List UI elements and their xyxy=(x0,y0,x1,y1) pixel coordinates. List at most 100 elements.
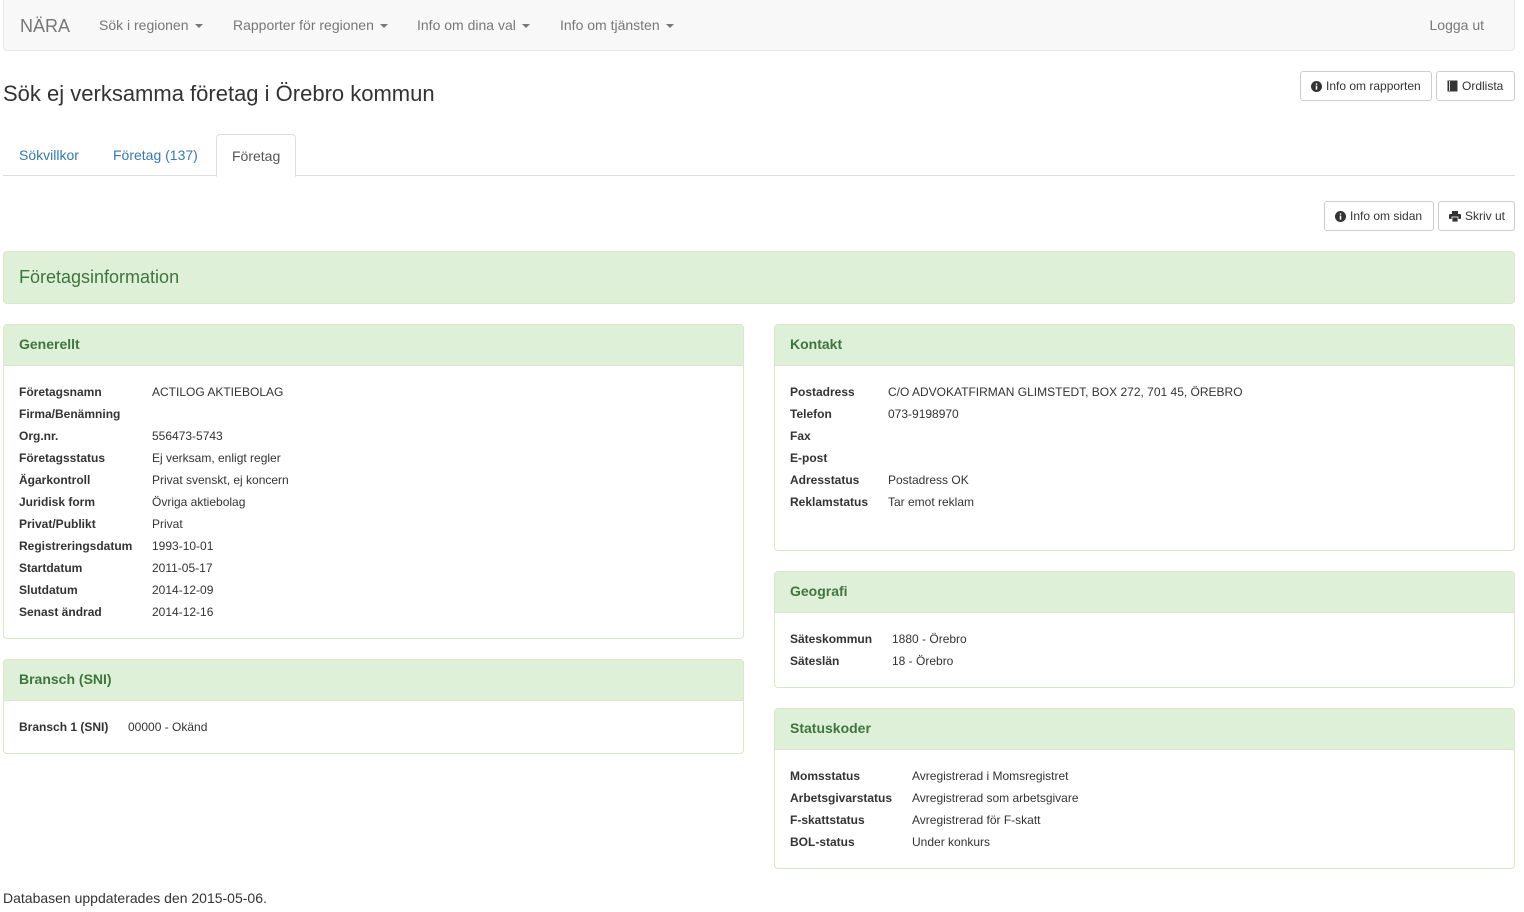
detail-value: C/O ADVOKATFIRMAN GLIMSTEDT, BOX 272, 70… xyxy=(888,385,1243,399)
detail-label: Säteskommun xyxy=(790,632,873,646)
detail-value: Tar emot reklam xyxy=(888,495,975,509)
detail-row: Företagsnamn ACTILOG AKTIEBOLAG xyxy=(19,384,728,406)
detail-label: Startdatum xyxy=(19,561,83,575)
detail-row: F-skattstatus Avregistrerad för F-skatt xyxy=(790,812,1499,834)
detail-row: Firma/Benämning xyxy=(19,406,728,428)
nav-reports-region[interactable]: Rapporter för regionen xyxy=(233,17,388,33)
detail-value: 2014-12-16 xyxy=(152,605,214,619)
logout-link[interactable]: Logga ut xyxy=(1430,17,1485,33)
tab-company[interactable]: Företag xyxy=(216,134,297,177)
detail-value: 073-9198970 xyxy=(888,407,959,421)
detail-label: Registreringsdatum xyxy=(19,539,133,553)
detail-row: Privat/Publikt Privat xyxy=(19,516,728,538)
detail-value: 00000 - Okänd xyxy=(128,720,208,734)
detail-row: Org.nr. 556473-5743 xyxy=(19,428,728,450)
info-report-button[interactable]: Info om rapporten xyxy=(1300,71,1432,101)
detail-label: Firma/Benämning xyxy=(19,407,121,421)
caret-down-icon xyxy=(665,24,674,29)
panel-general: Generellt Företagsnamn ACTILOG AKTIEBOLAG… xyxy=(3,324,744,639)
detail-row: Momsstatus Avregistrerad i Momsregistret xyxy=(790,768,1499,790)
detail-label: Senast ändrad xyxy=(19,605,102,619)
detail-value: Ej verksam, enligt regler xyxy=(152,451,281,465)
print-button[interactable]: Skriv ut xyxy=(1438,201,1515,231)
detail-value: Privat xyxy=(152,517,183,531)
detail-row: Startdatum 2011-05-17 xyxy=(19,560,728,582)
info-icon xyxy=(1335,210,1346,222)
panel-status-codes: Statuskoder Momsstatus Avregistrerad i Mo… xyxy=(774,708,1515,869)
detail-row: Juridisk form Övriga aktiebolag xyxy=(19,494,728,516)
detail-label: Företagsstatus xyxy=(19,451,106,465)
tab-bar: Sökvillkor Företag (137) Företag xyxy=(3,134,1515,177)
detail-row: Postadress C/O ADVOKATFIRMAN GLIMSTEDT, B… xyxy=(790,384,1499,406)
info-icon xyxy=(1311,80,1322,92)
detail-value: 556473-5743 xyxy=(152,429,223,443)
caret-down-icon xyxy=(521,24,530,29)
detail-row: Ägarkontroll Privat svenskt, ej koncern xyxy=(19,472,728,494)
panel-industry-body: Bransch 1 (SNI) 00000 - Okänd xyxy=(4,701,743,741)
detail-value: Privat svenskt, ej koncern xyxy=(152,473,289,487)
detail-row: Bransch 1 (SNI) 00000 - Okänd xyxy=(19,719,728,741)
panel-contact: Kontakt Postadress C/O ADVOKATFIRMAN GLIM… xyxy=(774,324,1515,551)
detail-value: 2011-05-17 xyxy=(152,561,213,575)
detail-label: E-post xyxy=(790,451,828,465)
db-updated-note: Databasen uppdaterades den 2015-05-06. xyxy=(3,890,267,906)
detail-label: Reklamstatus xyxy=(790,495,869,509)
detail-row: Säteslän 18 - Örebro xyxy=(790,653,1499,675)
glossary-button[interactable]: Ordlista xyxy=(1436,71,1515,101)
detail-label: Säteslän xyxy=(790,654,840,668)
nav-search-region[interactable]: Sök i regionen xyxy=(99,17,203,33)
detail-label: Momsstatus xyxy=(790,769,861,783)
detail-row: Senast ändrad 2014-12-16 xyxy=(19,604,728,626)
detail-label: Företagsnamn xyxy=(19,385,102,399)
panel-geography-title: Geografi xyxy=(775,572,1514,613)
detail-value: 18 - Örebro xyxy=(892,654,954,668)
panel-general-title: Generellt xyxy=(4,325,743,366)
tab-companies-list[interactable]: Företag (137) xyxy=(98,134,213,176)
detail-value: 1993-10-01 xyxy=(152,539,214,553)
tab-search-criteria[interactable]: Sökvillkor xyxy=(4,134,94,176)
top-navbar: NÄRA Sök i regionen Rapporter för region… xyxy=(3,0,1515,51)
nav-info-service[interactable]: Info om tjänsten xyxy=(560,17,674,33)
detail-row: Adresstatus Postadress OK xyxy=(790,472,1499,494)
detail-value: Under konkurs xyxy=(912,835,991,849)
detail-value: Postadress OK xyxy=(888,473,969,487)
panel-contact-title: Kontakt xyxy=(775,325,1514,366)
nav-info-choices[interactable]: Info om dina val xyxy=(417,17,530,33)
print-icon xyxy=(1449,210,1461,222)
caret-down-icon xyxy=(379,24,388,29)
brand-logo[interactable]: NÄRA xyxy=(20,16,70,37)
caret-down-icon xyxy=(194,24,203,29)
detail-label: Org.nr. xyxy=(19,429,59,443)
detail-label: Juridisk form xyxy=(19,495,96,509)
company-info-header: Företagsinformation xyxy=(3,251,1515,304)
detail-label: Telefon xyxy=(790,407,832,421)
detail-label: F-skattstatus xyxy=(790,813,865,827)
book-icon xyxy=(1447,80,1458,92)
detail-row: Fax xyxy=(790,428,1499,450)
detail-row: E-post xyxy=(790,450,1499,472)
detail-value: Övriga aktiebolag xyxy=(152,495,246,509)
detail-label: Fax xyxy=(790,429,811,443)
panel-status-codes-body: Momsstatus Avregistrerad i Momsregistret A… xyxy=(775,750,1514,856)
panel-contact-body: Postadress C/O ADVOKATFIRMAN GLIMSTEDT, B… xyxy=(775,366,1514,516)
info-page-button[interactable]: Info om sidan xyxy=(1324,201,1434,231)
detail-value: Avregistrerad för F-skatt xyxy=(912,813,1041,827)
panel-industry-title: Bransch (SNI) xyxy=(4,660,743,701)
detail-row: Arbetsgivarstatus Avregistrerad som arbet… xyxy=(790,790,1499,812)
panel-status-codes-title: Statuskoder xyxy=(775,709,1514,750)
page-title: Sök ej verksamma företag i Örebro kommun xyxy=(3,81,435,106)
panel-general-body: Företagsnamn ACTILOG AKTIEBOLAG Firma/Benä… xyxy=(4,366,743,626)
panel-industry: Bransch (SNI) Bransch 1 (SNI) 00000 - Okä… xyxy=(3,659,744,754)
detail-value: 2014-12-09 xyxy=(152,583,214,597)
detail-label: Privat/Publikt xyxy=(19,517,96,531)
detail-row: Företagsstatus Ej verksam, enligt regler xyxy=(19,450,728,472)
detail-label: Bransch 1 (SNI) xyxy=(19,720,109,734)
panel-geography-body: Säteskommun 1880 - Örebro Säteslän 18 - Öre… xyxy=(775,613,1514,675)
detail-label: Adresstatus xyxy=(790,473,860,487)
detail-label: Arbetsgivarstatus xyxy=(790,791,893,805)
detail-label: BOL-status xyxy=(790,835,855,849)
detail-row: Registreringsdatum 1993-10-01 xyxy=(19,538,728,560)
detail-row: BOL-status Under konkurs xyxy=(790,834,1499,856)
detail-value: 1880 - Örebro xyxy=(892,632,967,646)
detail-label: Postadress xyxy=(790,385,855,399)
